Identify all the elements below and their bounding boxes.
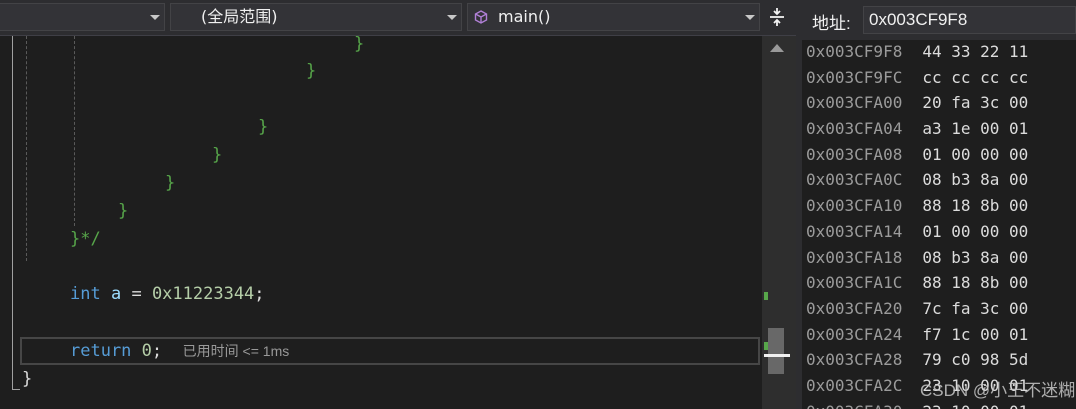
memory-row[interactable]: 0x003CF9F8 44 33 22 11 — [802, 39, 1076, 65]
function-dropdown[interactable]: main() — [467, 3, 760, 31]
code-line-close-brace: } — [22, 369, 33, 389]
memory-address: 0x003CFA0C — [806, 170, 903, 190]
outlining-end — [12, 389, 20, 390]
memory-row[interactable]: 0x003CFA20 7c fa 3c 00 — [802, 296, 1076, 322]
scope-dropdown[interactable]: (全局范围) — [170, 3, 462, 31]
memory-bytes: f7 1c 00 01 — [922, 324, 1029, 344]
memory-row[interactable]: 0x003CFA18 08 b3 8a 00 — [802, 245, 1076, 271]
memory-address: 0x003CFA14 — [806, 221, 903, 241]
memory-address: 0x003CF9F8 — [806, 42, 903, 61]
memory-address: 0x003CFA2C — [806, 375, 903, 395]
watermark-text: CSDN @小王不迷糊 — [920, 381, 1076, 400]
function-dropdown-value: main() — [498, 7, 551, 26]
memory-row[interactable]: 0x003CFA24 f7 1c 00 01 — [802, 322, 1076, 348]
memory-address: 0x003CFA08 — [806, 144, 903, 164]
memory-row[interactable]: 0x003CFA28 79 c0 98 5d — [802, 347, 1076, 373]
perf-tip-elapsed: 已用时间 <= 1ms — [182, 343, 290, 359]
memory-bytes: 23 10 00 01 — [902, 402, 1028, 409]
memory-bytes: 08 b3 8a 00 — [922, 170, 1029, 190]
code-line-int-declaration: int a = 0x11223344; — [70, 284, 265, 304]
scope-dropdown-value: (全局范围) — [201, 7, 278, 26]
number-literal: 0 — [141, 341, 152, 361]
memory-row[interactable]: 0x003CFA0C 08 b3 8a 00 — [802, 167, 1076, 193]
memory-row[interactable]: 0x003CFA1C 88 18 8b 00 — [802, 270, 1076, 296]
memory-bytes: 79 c0 98 5d — [922, 350, 1029, 370]
chevron-down-icon — [745, 15, 755, 20]
memory-address: 0x003CFA00 — [806, 93, 903, 113]
split-window-button[interactable] — [762, 3, 792, 31]
navigation-bar: (全局范围) main() — [0, 0, 796, 36]
memory-address: 0x003CFA30 — [802, 402, 902, 409]
variable: a — [110, 284, 122, 304]
method-cube-icon — [474, 10, 488, 24]
code-area[interactable]: } } } } } } }*/ int a = 0x11223344; retu… — [0, 34, 762, 409]
memory-row[interactable]: 0x003CFA04 a3 1e 00 01 — [802, 116, 1076, 142]
memory-row[interactable]: 0x003CFA14 01 00 00 00 — [802, 219, 1076, 245]
memory-address: 0x003CFA10 — [806, 196, 903, 216]
memory-bytes: cc cc cc cc — [922, 67, 1029, 87]
memory-bytes: a3 1e 00 01 — [922, 119, 1029, 139]
keyword: int — [70, 284, 101, 304]
memory-bytes: 01 00 00 00 — [922, 221, 1029, 241]
code-line: } — [354, 34, 365, 54]
code-line: } — [306, 61, 317, 81]
address-input[interactable]: 0x003CF9F8 — [863, 6, 1076, 34]
memory-row[interactable]: 0x003CFA00 20 fa 3c 00 — [802, 90, 1076, 116]
memory-rows[interactable]: 0x003CF9F8 44 33 22 11 0x003CF9FC cc cc cc … — [802, 39, 1076, 409]
scrollbar-thumb[interactable] — [768, 328, 784, 374]
memory-window: 地址: 0x003CF9F8 0x003CF9F8 44 33 22 11 0x00… — [802, 0, 1076, 409]
memory-address: 0x003CFA20 — [806, 298, 903, 318]
memory-address: 0x003CFA1C — [806, 273, 903, 293]
change-marker — [764, 292, 768, 300]
chevron-down-icon — [150, 15, 160, 20]
address-bar: 地址: 0x003CF9F8 — [802, 0, 1076, 40]
memory-bytes: 01 00 00 00 — [922, 144, 1029, 164]
memory-row[interactable]: 0x003CFA08 01 00 00 00 — [802, 142, 1076, 168]
memory-address: 0x003CF9FC — [806, 67, 903, 87]
memory-bytes: 88 18 8b 00 — [922, 196, 1029, 216]
split-arrows-icon — [770, 8, 784, 26]
memory-address: 0x003CFA18 — [806, 247, 903, 267]
scroll-up-arrow-icon[interactable] — [770, 44, 784, 52]
indent-guide — [26, 36, 27, 261]
memory-address: 0x003CFA04 — [806, 119, 903, 139]
code-editor-pane: (全局范围) main() } } } } } } }*/ int a = 0x… — [0, 0, 796, 409]
address-label: 地址: — [812, 14, 851, 33]
memory-bytes: 7c fa 3c 00 — [922, 298, 1029, 318]
memory-address: 0x003CFA24 — [806, 324, 903, 344]
code-line: } — [118, 201, 129, 221]
memory-bytes: 08 b3 8a 00 — [922, 247, 1029, 267]
memory-row[interactable]: 0x003CF9FC cc cc cc cc — [802, 65, 1076, 91]
chevron-down-icon — [447, 15, 457, 20]
indent-guide — [74, 36, 75, 226]
memory-row[interactable]: 0x003CFA10 88 18 8b 00 — [802, 193, 1076, 219]
comment-end-line: }*/ — [70, 229, 101, 249]
code-line: } — [258, 117, 269, 137]
memory-address: 0x003CFA28 — [806, 350, 903, 370]
number-literal: 0x11223344 — [151, 284, 255, 304]
code-line: } — [212, 145, 223, 165]
vertical-scrollbar[interactable] — [762, 36, 796, 409]
outlining-margin — [12, 36, 13, 390]
code-line-return: return 0; 已用时间 <= 1ms — [70, 341, 290, 361]
memory-bytes: 44 33 22 11 — [922, 42, 1029, 61]
memory-bytes: 20 fa 3c 00 — [922, 93, 1029, 113]
project-dropdown[interactable] — [0, 3, 165, 31]
code-line: } — [165, 173, 176, 193]
memory-bytes: 88 18 8b 00 — [922, 273, 1029, 293]
caret-position-marker — [764, 354, 790, 357]
keyword: return — [70, 341, 132, 361]
